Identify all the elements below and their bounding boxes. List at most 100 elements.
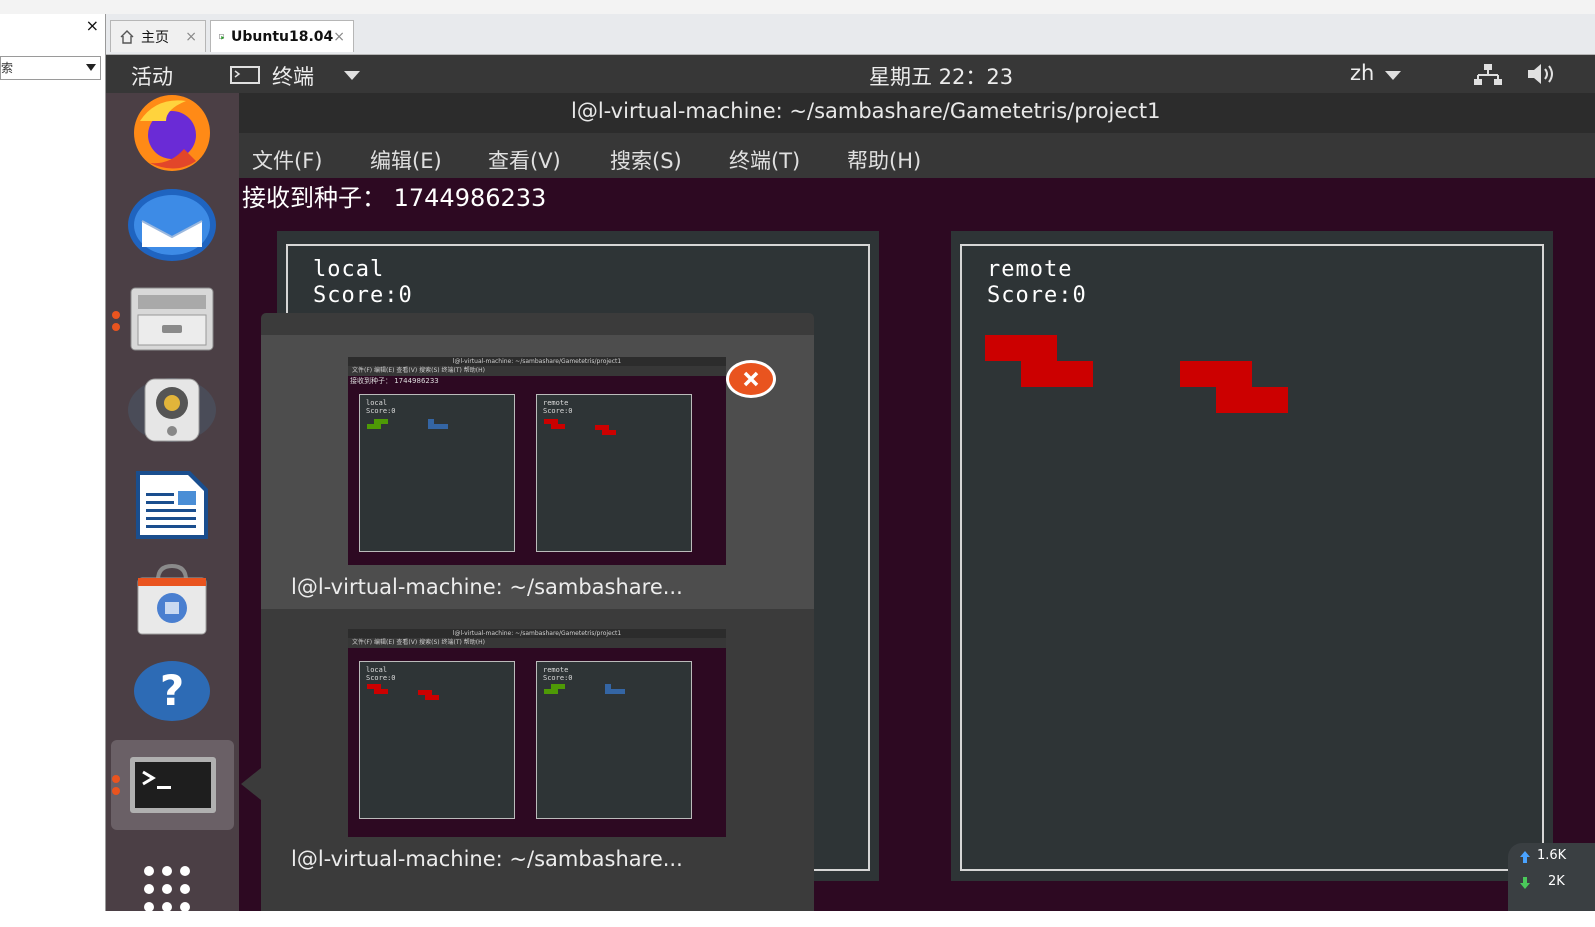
tetris-block — [551, 424, 565, 429]
app-menu-button[interactable]: 终端 — [272, 61, 314, 91]
chevron-down-icon[interactable] — [1385, 71, 1401, 80]
window-thumbnail: l@l-virtual-machine: ~/sambashare/Gamete… — [348, 357, 726, 565]
thumbnail-remote-board: remote Score:0 — [536, 394, 692, 552]
dock-firefox[interactable] — [120, 91, 224, 175]
upload-speed: 1.6K — [1537, 848, 1567, 863]
tetris-block — [1180, 361, 1252, 387]
files-icon — [130, 287, 214, 351]
thumbnail-seed: 接收到种子： 1744986233 — [350, 377, 439, 385]
thumbnail-menu: 文件(F) 编辑(E) 查看(V) 搜索(S) 终端(T) 帮助(H) — [348, 366, 726, 376]
chevron-down-icon[interactable] — [344, 71, 360, 80]
dock-libreoffice-writer[interactable] — [120, 463, 224, 547]
ubuntu-top-bar: 活动 终端 星期五 22：23 zh — [106, 55, 1595, 93]
tab-home[interactable]: 主页 × — [110, 20, 206, 52]
thumbnail-menu: 文件(F) 编辑(E) 查看(V) 搜索(S) 终端(T) 帮助(H) — [348, 638, 726, 648]
thumbnail-board-label: local Score:0 — [366, 666, 396, 682]
dock-help[interactable]: ? — [120, 649, 224, 733]
window-thumbnail: l@l-virtual-machine: ~/sambashare/Gamete… — [348, 629, 726, 837]
dock-rhythmbox[interactable] — [120, 368, 224, 452]
tetris-block — [985, 335, 1057, 361]
upload-arrow-icon — [1520, 851, 1530, 863]
tetris-block — [428, 424, 448, 429]
tetris-block — [425, 695, 439, 700]
tetris-block — [602, 430, 616, 435]
terminal-icon — [129, 757, 216, 813]
remote-player-name: remote — [987, 257, 1073, 282]
software-bag-icon — [137, 563, 207, 635]
tab-ubuntu-close-icon[interactable]: × — [333, 29, 345, 45]
terminal-app-icon — [230, 66, 260, 84]
tetris-block — [374, 689, 388, 694]
remote-board: remote Score:0 — [951, 231, 1553, 881]
menu-terminal[interactable]: 终端(T) — [729, 145, 800, 175]
thumbnail-local-board: local Score:0 — [359, 661, 515, 819]
menu-file[interactable]: 文件(F) — [252, 145, 322, 175]
running-indicator — [112, 787, 120, 795]
activities-button[interactable]: 活动 — [131, 61, 173, 91]
library-search-box[interactable]: 索 — [0, 56, 101, 80]
speaker-icon — [128, 378, 216, 442]
firefox-icon — [134, 95, 210, 171]
thumbnail-title: l@l-virtual-machine: ~/sambashare/Gamete… — [348, 629, 726, 638]
ubuntu-dock: ? — [106, 91, 239, 912]
tetris-block — [605, 689, 625, 694]
tab-home-close-icon[interactable]: × — [185, 29, 197, 45]
tab-ubuntu[interactable]: Ubuntu18.04 × — [210, 20, 354, 52]
download-arrow-icon — [1520, 877, 1530, 889]
running-indicator — [112, 323, 120, 331]
tetris-block — [1216, 387, 1288, 413]
close-icon — [743, 371, 759, 387]
thunderbird-icon — [128, 189, 216, 261]
writer-document-icon — [136, 471, 208, 539]
thumbnail-title: l@l-virtual-machine: ~/sambashare/Gamete… — [348, 357, 726, 366]
library-search-text: 索 — [1, 61, 14, 75]
switcher-pointer-arrow — [241, 768, 261, 800]
thumbnail-board-label: remote Score:0 — [543, 399, 573, 415]
window-switcher-popup: l@l-virtual-machine: ~/sambashare/Gamete… — [261, 313, 814, 911]
network-speed-widget[interactable]: 1.6K 2K — [1508, 843, 1595, 911]
remote-score: Score:0 — [987, 283, 1087, 308]
switcher-window-2-label: l@l-virtual-machine: ~/sambashare... — [291, 847, 683, 871]
host-library-panel: × 索 — [0, 14, 106, 911]
menu-edit[interactable]: 编辑(E) — [370, 145, 442, 175]
download-speed: 2K — [1548, 874, 1565, 889]
tetris-block — [544, 689, 558, 694]
clock[interactable]: 星期五 22：23 — [869, 61, 1013, 91]
network-icon[interactable] — [1472, 63, 1504, 87]
svg-text:?: ? — [160, 666, 184, 715]
switcher-window-1-label: l@l-virtual-machine: ~/sambashare... — [291, 575, 683, 599]
app-grid-icon — [144, 866, 190, 912]
menu-view[interactable]: 查看(V) — [488, 145, 561, 175]
show-applications-button[interactable] — [120, 843, 224, 927]
running-indicator — [112, 311, 120, 319]
running-indicator — [112, 775, 120, 783]
dock-terminal[interactable] — [111, 740, 234, 830]
tetris-block — [1021, 361, 1093, 387]
seed-line: 接收到种子： 1744986233 — [242, 184, 547, 212]
dock-thunderbird[interactable] — [120, 183, 224, 267]
menu-search[interactable]: 搜索(S) — [610, 145, 682, 175]
thumbnail-board-label: local Score:0 — [366, 399, 396, 415]
thumbnail-local-board: local Score:0 — [359, 394, 515, 552]
library-close-button[interactable]: × — [86, 16, 99, 35]
terminal-menu-bar: 文件(F) 编辑(E) 查看(V) 搜索(S) 终端(T) 帮助(H) — [239, 133, 1595, 178]
tetris-block — [367, 424, 381, 429]
chevron-down-icon[interactable] — [86, 64, 96, 71]
thumbnail-remote-board: remote Score:0 — [536, 661, 692, 819]
terminal-window-title: l@l-virtual-machine: ~/sambashare/Gamete… — [571, 99, 1161, 123]
local-player-name: local — [313, 257, 385, 282]
home-icon — [120, 29, 134, 44]
close-window-button[interactable] — [726, 360, 776, 398]
input-method-indicator[interactable]: zh — [1350, 61, 1374, 85]
dock-files[interactable] — [120, 277, 224, 361]
thumbnail-board-label: remote Score:0 — [543, 666, 573, 682]
tab-ubuntu-label: Ubuntu18.04 — [231, 28, 334, 45]
host-tab-bar: 主页 × Ubuntu18.04 × — [106, 14, 1595, 55]
host-top-strip — [0, 0, 1595, 15]
switcher-window-2[interactable]: l@l-virtual-machine: ~/sambashare/Gamete… — [261, 609, 814, 909]
vm-running-icon — [219, 33, 225, 40]
volume-icon[interactable] — [1526, 62, 1560, 86]
menu-help[interactable]: 帮助(H) — [847, 145, 921, 175]
dock-software[interactable] — [120, 557, 224, 641]
terminal-title-bar: l@l-virtual-machine: ~/sambashare/Gamete… — [239, 93, 1595, 133]
